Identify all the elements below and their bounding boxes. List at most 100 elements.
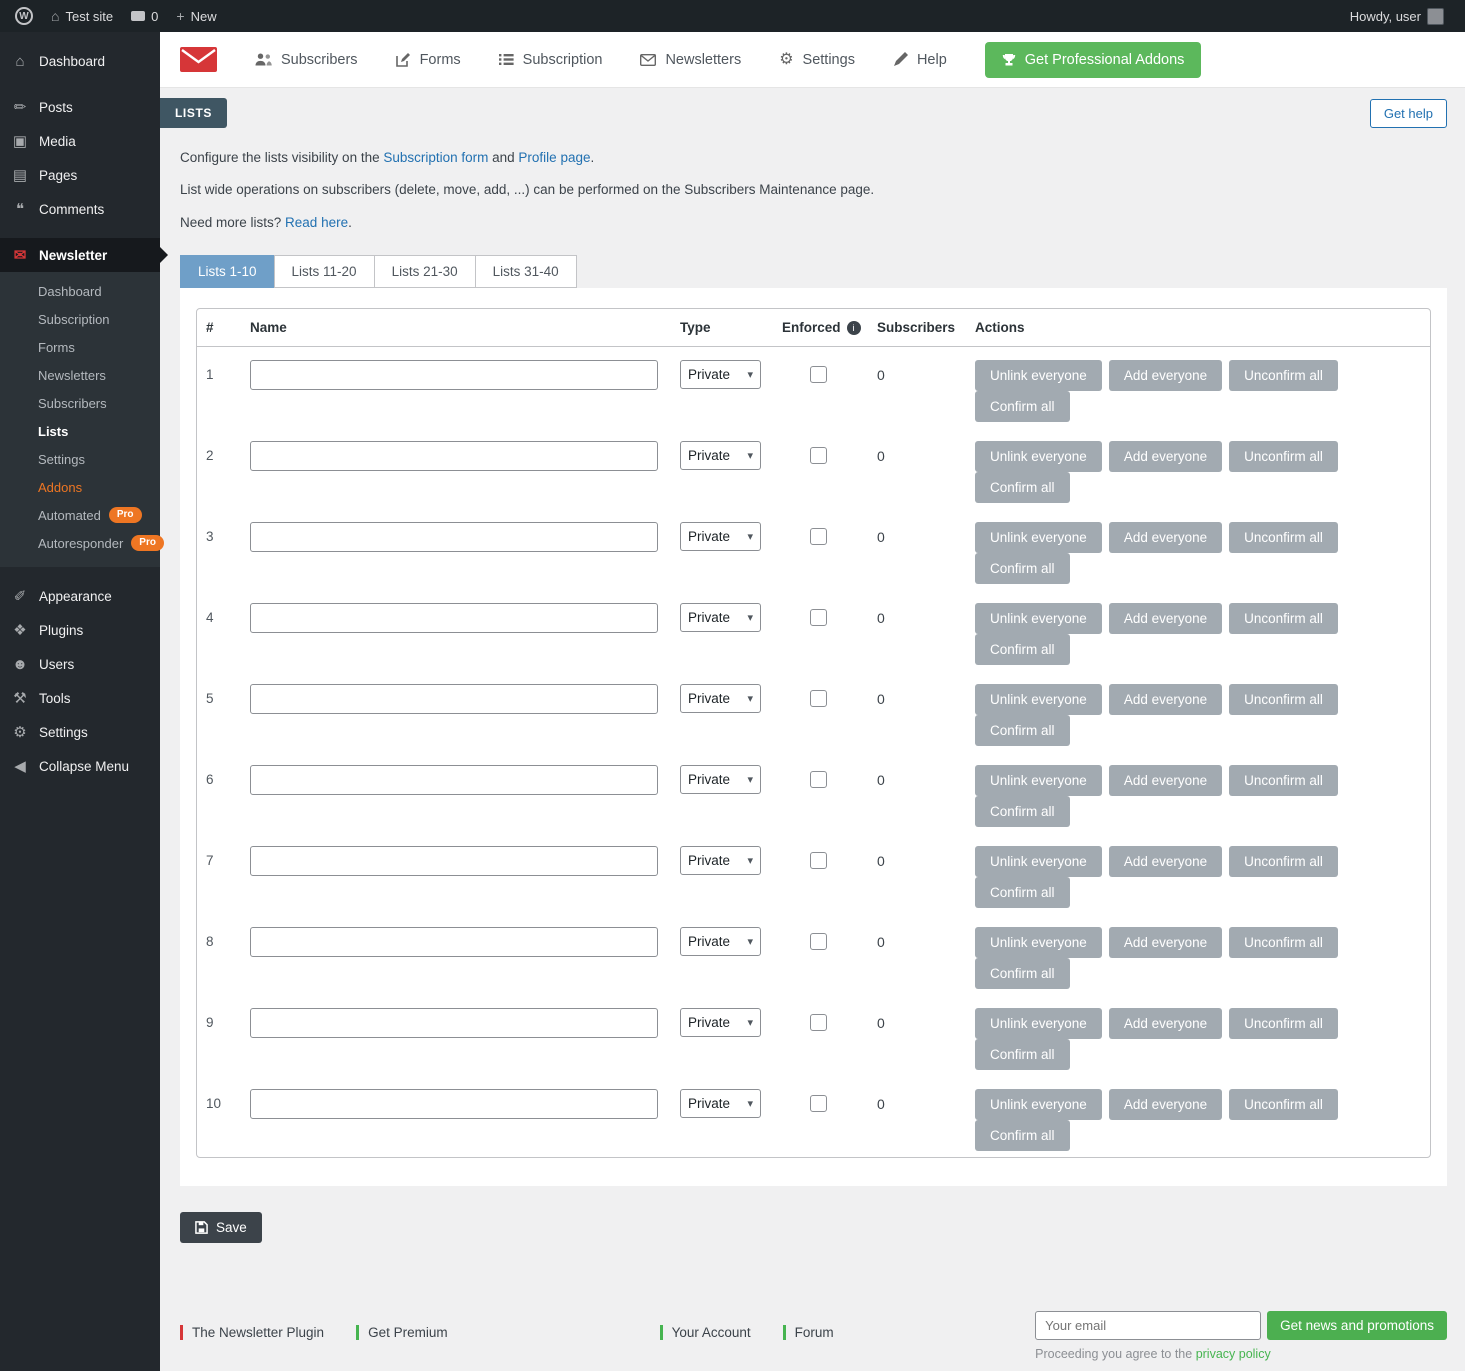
enforced-checkbox[interactable] [810,771,827,788]
sidebar-subitem-settings[interactable]: Settings [0,445,160,473]
read-here-link[interactable]: Read here [285,215,348,230]
info-icon[interactable]: i [847,321,861,335]
unconfirm-all-button[interactable]: Unconfirm all [1229,1089,1338,1120]
enforced-checkbox[interactable] [810,1014,827,1031]
enforced-checkbox[interactable] [810,852,827,869]
sidebar-subitem-addons[interactable]: Addons [0,473,160,501]
sidebar-item-newsletter[interactable]: ✉Newsletter [0,238,160,272]
sidebar-subitem-automated[interactable]: AutomatedPro [0,501,160,529]
sidebar-item-tools[interactable]: ⚒Tools [0,681,160,715]
nav-forms[interactable]: Forms [396,52,461,68]
list-name-input[interactable] [250,1008,658,1038]
enforced-checkbox[interactable] [810,528,827,545]
list-name-input[interactable] [250,360,658,390]
enforced-checkbox[interactable] [810,366,827,383]
sidebar-subitem-newsletters[interactable]: Newsletters [0,361,160,389]
add-everyone-button[interactable]: Add everyone [1109,846,1222,877]
confirm-all-button[interactable]: Confirm all [975,958,1070,989]
nav-subscription[interactable]: Subscription [499,52,603,68]
type-select[interactable]: Private▾ [680,1008,761,1037]
confirm-all-button[interactable]: Confirm all [975,877,1070,908]
type-select[interactable]: Private▾ [680,1089,761,1118]
enforced-checkbox[interactable] [810,690,827,707]
unlink-everyone-button[interactable]: Unlink everyone [975,1089,1102,1120]
type-select[interactable]: Private▾ [680,846,761,875]
list-name-input[interactable] [250,684,658,714]
nav-help[interactable]: Help [893,52,947,68]
add-everyone-button[interactable]: Add everyone [1109,1089,1222,1120]
sidebar-item-dashboard[interactable]: ⌂Dashboard [0,44,160,78]
list-name-input[interactable] [250,1089,658,1119]
add-everyone-button[interactable]: Add everyone [1109,684,1222,715]
profile-page-link[interactable]: Profile page [518,150,590,165]
sidebar-item-collapse-menu[interactable]: ◀Collapse Menu [0,749,160,783]
subscription-form-link[interactable]: Subscription form [383,150,488,165]
subscribe-button[interactable]: Get news and promotions [1267,1311,1447,1340]
unlink-everyone-button[interactable]: Unlink everyone [975,603,1102,634]
type-select[interactable]: Private▾ [680,684,761,713]
tab-lists-21-30[interactable]: Lists 21-30 [374,255,476,288]
wp-logo[interactable]: W [6,0,42,32]
save-button[interactable]: Save [180,1212,262,1243]
type-select[interactable]: Private▾ [680,360,761,389]
unlink-everyone-button[interactable]: Unlink everyone [975,927,1102,958]
confirm-all-button[interactable]: Confirm all [975,391,1070,422]
sidebar-item-comments[interactable]: ❝Comments [0,192,160,226]
list-name-input[interactable] [250,927,658,957]
footer-link-your-account[interactable]: Your Account [660,1325,751,1341]
unconfirm-all-button[interactable]: Unconfirm all [1229,846,1338,877]
unconfirm-all-button[interactable]: Unconfirm all [1229,603,1338,634]
unconfirm-all-button[interactable]: Unconfirm all [1229,360,1338,391]
unlink-everyone-button[interactable]: Unlink everyone [975,1008,1102,1039]
add-everyone-button[interactable]: Add everyone [1109,522,1222,553]
add-everyone-button[interactable]: Add everyone [1109,765,1222,796]
confirm-all-button[interactable]: Confirm all [975,715,1070,746]
confirm-all-button[interactable]: Confirm all [975,472,1070,503]
enforced-checkbox[interactable] [810,1095,827,1112]
footer-link-the-newsletter-plugin[interactable]: The Newsletter Plugin [180,1325,324,1341]
sidebar-subitem-forms[interactable]: Forms [0,333,160,361]
unconfirm-all-button[interactable]: Unconfirm all [1229,765,1338,796]
sidebar-item-pages[interactable]: ▤Pages [0,158,160,192]
unlink-everyone-button[interactable]: Unlink everyone [975,522,1102,553]
unlink-everyone-button[interactable]: Unlink everyone [975,765,1102,796]
sidebar-subitem-lists[interactable]: Lists [0,417,160,445]
unconfirm-all-button[interactable]: Unconfirm all [1229,927,1338,958]
sidebar-item-appearance[interactable]: ✐Appearance [0,579,160,613]
privacy-policy-link[interactable]: privacy policy [1196,1347,1271,1361]
tab-lists-31-40[interactable]: Lists 31-40 [475,255,577,288]
sidebar-item-users[interactable]: ☻Users [0,647,160,681]
enforced-checkbox[interactable] [810,447,827,464]
unlink-everyone-button[interactable]: Unlink everyone [975,441,1102,472]
type-select[interactable]: Private▾ [680,603,761,632]
list-name-input[interactable] [250,441,658,471]
list-name-input[interactable] [250,765,658,795]
confirm-all-button[interactable]: Confirm all [975,1120,1070,1151]
account-menu[interactable]: Howdy, user [1341,0,1453,32]
confirm-all-button[interactable]: Confirm all [975,634,1070,665]
list-name-input[interactable] [250,522,658,552]
add-everyone-button[interactable]: Add everyone [1109,1008,1222,1039]
add-everyone-button[interactable]: Add everyone [1109,360,1222,391]
unconfirm-all-button[interactable]: Unconfirm all [1229,441,1338,472]
add-everyone-button[interactable]: Add everyone [1109,441,1222,472]
tab-lists-1-10[interactable]: Lists 1-10 [180,255,275,288]
nav-settings[interactable]: ⚙ Settings [779,52,855,68]
footer-link-forum[interactable]: Forum [783,1325,834,1341]
nav-newsletters[interactable]: Newsletters [640,52,741,68]
site-name-link[interactable]: ⌂Test site [42,0,122,32]
enforced-checkbox[interactable] [810,933,827,950]
sidebar-subitem-dashboard[interactable]: Dashboard [0,277,160,305]
footer-link-get-premium[interactable]: Get Premium [356,1325,448,1341]
get-help-button[interactable]: Get help [1370,99,1447,128]
enforced-checkbox[interactable] [810,609,827,626]
sidebar-subitem-subscription[interactable]: Subscription [0,305,160,333]
tab-lists-11-20[interactable]: Lists 11-20 [274,255,375,288]
confirm-all-button[interactable]: Confirm all [975,553,1070,584]
unlink-everyone-button[interactable]: Unlink everyone [975,360,1102,391]
sidebar-subitem-subscribers[interactable]: Subscribers [0,389,160,417]
type-select[interactable]: Private▾ [680,927,761,956]
newsletter-email-input[interactable] [1035,1311,1261,1340]
nav-subscribers[interactable]: Subscribers [255,52,358,68]
list-name-input[interactable] [250,603,658,633]
